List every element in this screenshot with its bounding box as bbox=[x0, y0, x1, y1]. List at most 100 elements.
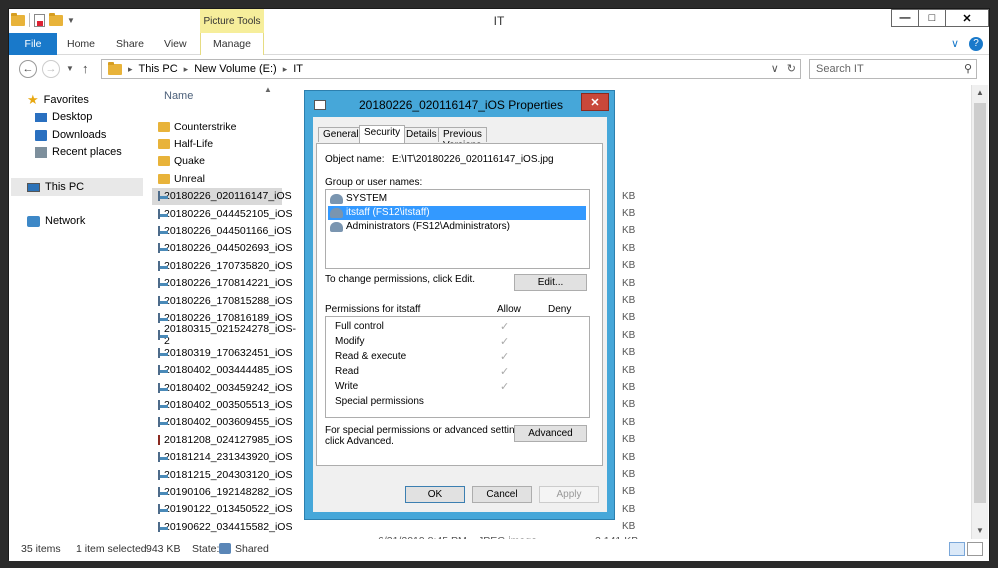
tab-file[interactable]: File bbox=[9, 33, 57, 55]
maximize-button[interactable]: □ bbox=[918, 9, 946, 27]
ribbon-controls: ∨ ? bbox=[951, 37, 983, 51]
user-item-system[interactable]: SYSTEM bbox=[328, 192, 586, 206]
downloads-icon bbox=[35, 129, 47, 141]
up-arrow-icon[interactable]: ↑ bbox=[82, 61, 89, 76]
tab-previous-versions[interactable]: Previous Versions bbox=[438, 127, 487, 151]
file-item[interactable]: 20180315_021524278_iOS-2 bbox=[152, 323, 296, 347]
file-item[interactable]: 20181208_024127985_iOS bbox=[152, 431, 292, 448]
scrollbar-thumb[interactable] bbox=[974, 103, 986, 503]
network-icon bbox=[27, 215, 40, 227]
apply-button[interactable]: Apply bbox=[539, 486, 599, 503]
tab-view[interactable]: View bbox=[164, 33, 187, 55]
user-item-administrators[interactable]: Administrators (FS12\Administrators) bbox=[328, 220, 586, 234]
image-file-icon bbox=[158, 486, 168, 497]
file-name: 20180226_020116147_iOS bbox=[164, 190, 292, 203]
file-item[interactable]: 20180226_044501166_iOS bbox=[152, 222, 292, 239]
search-icon[interactable]: ⚲ bbox=[964, 60, 972, 78]
permission-label: Full control bbox=[335, 321, 384, 332]
file-name: 20180226_170814221_iOS bbox=[164, 277, 293, 290]
file-item[interactable]: 20180402_003609455_iOS bbox=[152, 414, 292, 431]
file-size-fragment: KB bbox=[622, 503, 636, 515]
refresh-icon[interactable]: ↻ bbox=[787, 62, 796, 75]
tab-share[interactable]: Share bbox=[116, 33, 144, 55]
folder-item[interactable]: Quake bbox=[152, 153, 282, 170]
edit-button[interactable]: Edit... bbox=[514, 274, 587, 291]
tab-general[interactable]: General bbox=[318, 127, 364, 142]
back-button[interactable]: ← bbox=[19, 60, 37, 78]
nav-recent-places[interactable]: Recent places bbox=[35, 143, 122, 161]
recent-locations-icon[interactable]: ▼ bbox=[66, 64, 74, 73]
address-dropdown-icon[interactable]: ∨ bbox=[771, 62, 779, 75]
nav-network[interactable]: Network bbox=[27, 212, 85, 230]
close-button[interactable]: ✕ bbox=[945, 9, 989, 27]
image-file-icon bbox=[158, 434, 160, 445]
folder-name: Quake bbox=[174, 155, 205, 168]
nav-favorites[interactable]: ★ Favorites bbox=[27, 91, 89, 109]
nav-this-pc[interactable]: This PC bbox=[11, 178, 143, 196]
file-item[interactable]: 20180226_170735820_iOS bbox=[152, 257, 292, 274]
folder-item[interactable]: Counterstrike bbox=[152, 118, 282, 135]
file-item[interactable]: 20190622_034415582_iOS bbox=[152, 518, 292, 535]
file-item[interactable]: 20180226_170815288_iOS bbox=[152, 292, 292, 309]
help-icon[interactable]: ? bbox=[969, 37, 983, 51]
file-item[interactable]: 20181215_204303120_iOS bbox=[152, 466, 292, 483]
file-item[interactable]: 20180226_044452105_iOS bbox=[152, 205, 292, 222]
tab-security[interactable]: Security bbox=[359, 125, 406, 143]
image-file-icon bbox=[158, 191, 168, 202]
file-item[interactable]: 20180226_044502693_iOS bbox=[152, 240, 292, 257]
scroll-up-icon[interactable]: ▲ bbox=[972, 85, 988, 101]
scroll-down-icon[interactable]: ▼ bbox=[972, 523, 988, 539]
details-view-icon[interactable] bbox=[949, 542, 965, 556]
advanced-text-line2: click Advanced. bbox=[325, 436, 394, 447]
file-name: 20180226_044501166_iOS bbox=[164, 224, 292, 237]
permissions-label: Permissions for itstaff bbox=[325, 304, 421, 315]
expand-ribbon-icon[interactable]: ∨ bbox=[951, 37, 959, 51]
recent-places-icon bbox=[35, 146, 47, 158]
tab-home[interactable]: Home bbox=[67, 33, 95, 55]
chevron-right-icon[interactable]: ▸ bbox=[283, 64, 288, 75]
folder-item[interactable]: Unreal bbox=[152, 170, 282, 187]
file-size-fragment: KB bbox=[622, 434, 636, 446]
file-item[interactable]: 20180226_170814221_iOS bbox=[152, 275, 292, 292]
dialog-close-button[interactable]: ✕ bbox=[581, 93, 609, 111]
file-item[interactable]: 20190122_013450522_iOS bbox=[152, 501, 292, 518]
tab-manage[interactable]: Manage bbox=[200, 33, 264, 55]
chevron-right-icon[interactable]: ▸ bbox=[184, 64, 189, 75]
large-icons-view-icon[interactable] bbox=[967, 542, 983, 556]
search-input[interactable]: Search IT ⚲ bbox=[809, 59, 977, 79]
ok-button[interactable]: OK bbox=[405, 486, 465, 503]
image-file-icon bbox=[158, 208, 168, 219]
chevron-right-icon[interactable]: ▸ bbox=[128, 64, 133, 75]
advanced-button[interactable]: Advanced bbox=[514, 425, 587, 442]
allow-check-icon: ✓ bbox=[500, 321, 510, 333]
file-item[interactable]: 20180226_020116147_iOS bbox=[152, 187, 292, 205]
user-label: itstaff (FS12\itstaff) bbox=[346, 207, 430, 218]
permission-label: Modify bbox=[335, 336, 365, 347]
image-file-icon bbox=[158, 330, 168, 341]
vertical-scrollbar[interactable]: ▲ ▼ bbox=[971, 85, 988, 539]
file-item[interactable]: 20181214_231343920_iOS bbox=[152, 449, 292, 466]
column-name[interactable]: Name bbox=[164, 90, 193, 102]
image-file-icon bbox=[158, 521, 168, 532]
minimize-button[interactable]: — bbox=[891, 9, 919, 27]
address-tools: ∨ ↻ bbox=[771, 62, 796, 75]
file-name: 20190122_013450522_iOS bbox=[164, 503, 293, 516]
breadcrumb-this-pc[interactable]: This PC bbox=[139, 63, 178, 75]
nav-label: Network bbox=[45, 215, 86, 227]
file-item[interactable]: 20180402_003444485_iOS bbox=[152, 362, 292, 379]
breadcrumb-new-volume[interactable]: New Volume (E:) bbox=[194, 63, 277, 75]
folder-item[interactable]: Half-Life bbox=[152, 135, 282, 152]
forward-button[interactable]: → bbox=[42, 60, 60, 78]
breadcrumb-it[interactable]: IT bbox=[293, 63, 303, 75]
file-item[interactable]: 20180402_003505513_iOS bbox=[152, 396, 292, 413]
file-item[interactable]: 20180402_003459242_iOS bbox=[152, 379, 292, 396]
file-item[interactable]: 20180319_170632451_iOS bbox=[152, 344, 292, 361]
address-bar[interactable]: ▸ This PC ▸ New Volume (E:) ▸ IT ∨ ↻ bbox=[101, 59, 801, 79]
nav-desktop[interactable]: Desktop bbox=[35, 108, 92, 126]
user-item-itstaff[interactable]: itstaff (FS12\itstaff) bbox=[328, 206, 586, 220]
file-item[interactable]: 20190106_192148282_iOS bbox=[152, 483, 292, 500]
cancel-button[interactable]: Cancel bbox=[472, 486, 532, 503]
status-bar: 35 items 1 item selected 943 KB State: S… bbox=[9, 539, 989, 561]
tab-details[interactable]: Details bbox=[401, 127, 442, 142]
nav-downloads[interactable]: Downloads bbox=[35, 126, 106, 144]
